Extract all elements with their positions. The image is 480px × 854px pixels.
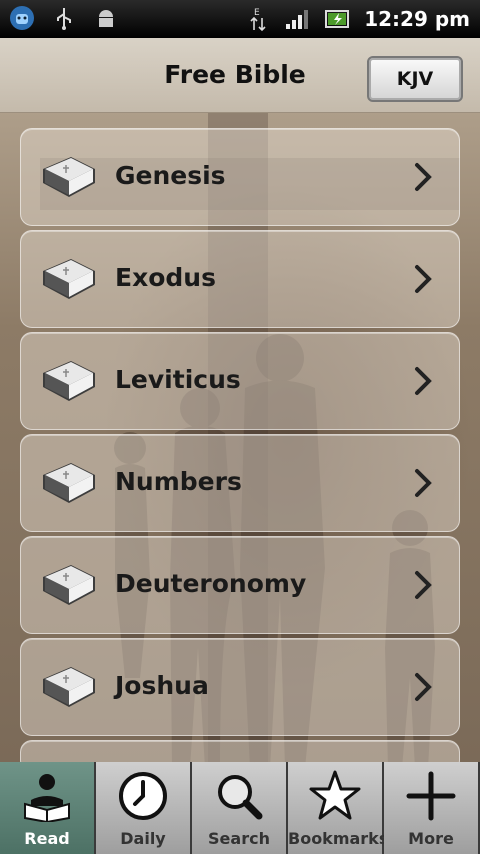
data-arrows-icon: E xyxy=(244,5,272,33)
book-label: Exodus xyxy=(115,263,216,292)
star-icon xyxy=(309,770,361,820)
status-bar: E 12:29 pm xyxy=(0,0,480,38)
clock-time: 12:29 pm xyxy=(364,7,470,31)
tab-label: Search xyxy=(208,829,270,848)
android-robot-icon xyxy=(8,4,36,32)
tab-read[interactable]: Read xyxy=(0,762,96,854)
chevron-right-icon xyxy=(415,367,432,395)
book-item-deuteronomy[interactable]: Deuteronomy xyxy=(20,536,460,634)
magnifier-icon xyxy=(218,775,263,820)
book-item-joshua[interactable]: Joshua xyxy=(20,638,460,736)
chevron-right-icon xyxy=(415,571,432,599)
clock-icon xyxy=(119,772,167,820)
tab-label: Bookmarks xyxy=(288,829,389,848)
bible-book-icon xyxy=(43,361,95,401)
book-item-exodus[interactable]: Exodus xyxy=(20,230,460,328)
bible-book-icon xyxy=(43,667,95,707)
book-item-leviticus[interactable]: Leviticus xyxy=(20,332,460,430)
chevron-right-icon xyxy=(415,469,432,497)
book-item-partial[interactable] xyxy=(20,740,460,762)
bible-book-icon xyxy=(43,565,95,605)
tab-label: Read xyxy=(24,829,70,848)
bible-book-icon xyxy=(43,463,95,503)
title-bar: Free Bible KJV xyxy=(0,38,480,113)
reader-icon xyxy=(24,774,70,822)
book-list: Genesis Exodus Leviticus Numbers Deutero… xyxy=(20,128,460,762)
tab-more[interactable]: More xyxy=(384,762,480,854)
signal-icon xyxy=(284,5,312,33)
version-button[interactable]: KJV xyxy=(367,56,463,102)
android-debug-icon xyxy=(92,4,120,32)
book-item-genesis[interactable]: Genesis xyxy=(20,128,460,226)
plus-icon xyxy=(406,771,456,821)
tab-search[interactable]: Search xyxy=(192,762,288,854)
tab-daily[interactable]: Daily xyxy=(96,762,192,854)
svg-text:E: E xyxy=(254,8,260,18)
tab-label: Daily xyxy=(120,829,166,848)
book-item-numbers[interactable]: Numbers xyxy=(20,434,460,532)
chevron-right-icon xyxy=(415,163,432,191)
book-label: Genesis xyxy=(115,161,226,190)
usb-icon xyxy=(50,4,78,32)
chevron-right-icon xyxy=(415,265,432,293)
chevron-right-icon xyxy=(415,673,432,701)
bible-book-icon xyxy=(43,259,95,299)
bottom-tab-bar: Read Daily Search Bookmarks More xyxy=(0,762,480,854)
bible-book-icon xyxy=(43,157,95,197)
book-label: Numbers xyxy=(115,467,242,496)
book-label: Deuteronomy xyxy=(115,569,307,598)
app-content: Free Bible KJV Genesis Exodus Leviticus … xyxy=(0,38,480,762)
battery-icon xyxy=(324,5,352,33)
book-label: Joshua xyxy=(115,671,209,700)
book-label: Leviticus xyxy=(115,365,241,394)
tab-label: More xyxy=(408,829,454,848)
tab-bookmarks[interactable]: Bookmarks xyxy=(288,762,389,854)
